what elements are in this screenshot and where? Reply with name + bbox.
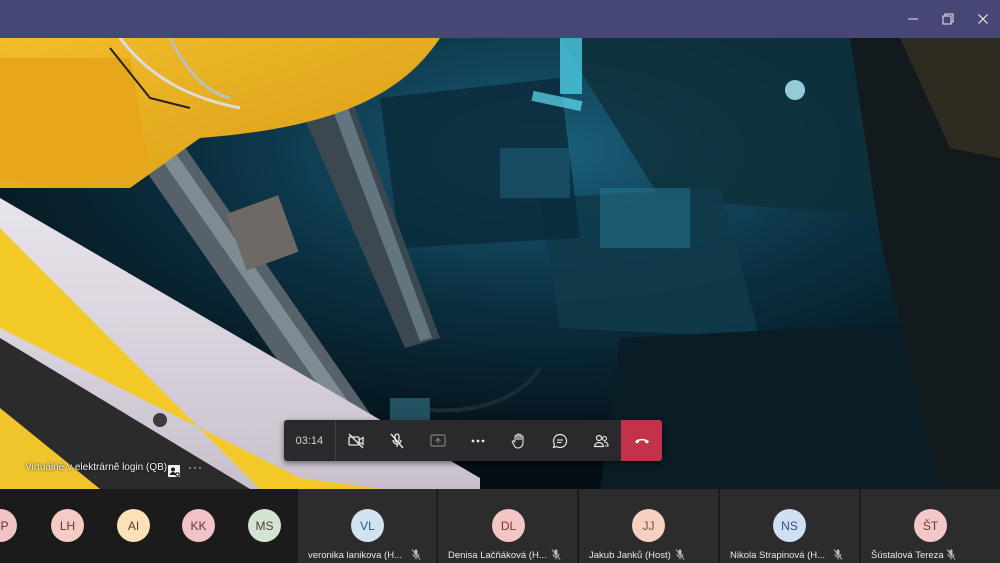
mic-toggle-button[interactable] — [377, 420, 418, 461]
participant-name: Nikola Strapinová (H... — [730, 550, 826, 561]
mic-muted-icon — [833, 549, 843, 560]
restore-icon — [942, 13, 954, 25]
participants-strip: PP LH AI KK MS VL veronika lanikova (H..… — [0, 489, 1000, 563]
participant-name: Jakub Janků (Host) — [589, 550, 671, 561]
close-icon — [978, 14, 988, 24]
participant-avatar: NS — [773, 509, 806, 542]
teams-meeting-window: 03:14 Virtuálně v elektrárně login (QB) … — [0, 0, 1000, 563]
shared-window-label: Virtuálně v elektrárně login (QB) — [25, 462, 168, 473]
participant-tile[interactable]: VL veronika lanikova (H... — [297, 489, 436, 563]
hang-up-button[interactable] — [621, 420, 662, 461]
raise-hand-icon — [512, 432, 524, 449]
mic-muted-icon — [551, 549, 561, 560]
mic-off-icon — [390, 432, 404, 448]
participant-avatar-lh[interactable]: LH — [51, 509, 84, 542]
call-timer: 03:14 — [284, 420, 336, 461]
participant-avatar-ai[interactable]: AI — [117, 509, 150, 542]
participant-avatar: ŠT — [914, 509, 947, 542]
presenter-icon — [167, 464, 181, 478]
restore-button[interactable] — [931, 0, 965, 38]
participants-button[interactable] — [580, 420, 621, 461]
call-controls-bar: 03:14 — [284, 420, 662, 461]
more-actions-button[interactable] — [458, 420, 499, 461]
mic-muted-icon — [675, 549, 685, 560]
participant-name: veronika lanikova (H... — [308, 550, 402, 561]
mic-muted-icon — [946, 549, 956, 560]
participant-name: Šústalová Tereza — [871, 550, 944, 561]
participant-tile[interactable]: ŠT Šústalová Tereza — [860, 489, 1000, 563]
hang-up-icon — [634, 438, 649, 443]
camera-off-icon — [348, 433, 364, 448]
minimize-button[interactable] — [896, 0, 930, 38]
raise-hand-button[interactable] — [499, 420, 540, 461]
chat-icon — [552, 433, 568, 448]
participant-tile[interactable]: JJ Jakub Janků (Host) — [578, 489, 718, 563]
more-icon — [472, 439, 485, 442]
participant-avatar-pp[interactable]: PP — [0, 509, 17, 542]
participant-tile[interactable]: NS Nikola Strapinová (H... — [719, 489, 859, 563]
close-button[interactable] — [966, 0, 1000, 38]
shared-video-stage[interactable]: 03:14 — [0, 38, 1000, 489]
mic-muted-icon — [411, 549, 421, 560]
participant-avatar: VL — [351, 509, 384, 542]
share-screen-button[interactable] — [417, 420, 458, 461]
camera-toggle-button[interactable] — [336, 420, 377, 461]
participant-avatar: DL — [492, 509, 525, 542]
participant-tile[interactable]: DL Denisa Lačňáková (H... — [437, 489, 577, 563]
overflow-avatars: PP LH AI KK MS — [0, 489, 297, 563]
people-icon — [593, 434, 609, 447]
participant-avatar: JJ — [632, 509, 665, 542]
title-bar — [0, 0, 1000, 38]
participant-avatar-ms[interactable]: MS — [248, 509, 281, 542]
participant-avatar-kk[interactable]: KK — [182, 509, 215, 542]
chat-button[interactable] — [540, 420, 581, 461]
minimize-icon — [908, 18, 918, 20]
participant-name: Denisa Lačňáková (H... — [448, 550, 547, 561]
share-options-button[interactable]: ··· — [188, 460, 203, 474]
share-tray-icon — [430, 433, 446, 447]
